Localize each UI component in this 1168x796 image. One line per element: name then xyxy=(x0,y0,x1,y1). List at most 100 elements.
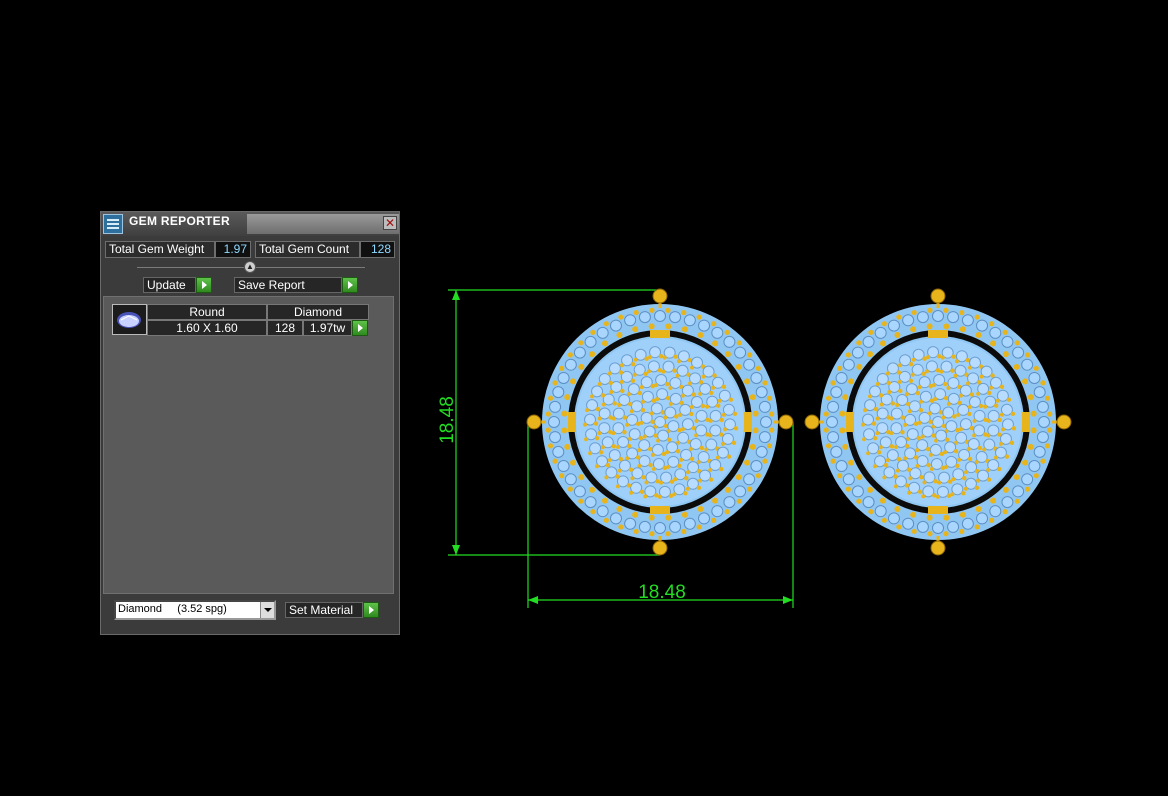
halo-prong xyxy=(724,486,731,493)
pave-prong xyxy=(608,415,613,420)
halo-prong xyxy=(735,363,742,370)
pave-prong xyxy=(956,412,961,417)
title-bar[interactable]: GEM REPORTER ✕ xyxy=(101,212,399,236)
halo-stone xyxy=(1001,335,1014,348)
update-play-icon[interactable] xyxy=(196,277,212,293)
pave-prong xyxy=(921,494,926,499)
halo-prong xyxy=(1027,443,1034,450)
pave-prong xyxy=(672,492,677,497)
pave-prong xyxy=(968,365,973,370)
pave-prong xyxy=(966,446,971,451)
pave-prong xyxy=(672,368,677,373)
bezel-bar xyxy=(928,506,948,514)
pave-prong xyxy=(662,465,668,471)
save-report-button[interactable]: Save Report xyxy=(234,277,342,293)
prong-ball xyxy=(652,288,668,304)
halo-stone xyxy=(564,358,577,371)
pave-prong xyxy=(1010,411,1016,416)
gem-row-play-icon[interactable] xyxy=(352,320,368,336)
pave-prong xyxy=(720,441,725,446)
halo-prong xyxy=(649,531,655,537)
pave-prong xyxy=(995,398,1000,403)
halo-prong xyxy=(552,458,558,464)
pave-prong xyxy=(911,357,916,362)
gem-shape-cell: Round xyxy=(147,304,267,320)
earring-right[interactable] xyxy=(804,288,1072,556)
chevron-down-icon[interactable] xyxy=(260,602,274,618)
pave-prong xyxy=(594,436,600,441)
pave-prong xyxy=(686,470,691,475)
bezel-bar xyxy=(744,412,752,432)
halo-prong xyxy=(681,528,687,535)
halo-prong xyxy=(601,497,608,504)
halo-stone xyxy=(947,520,960,533)
halo-prong xyxy=(1014,498,1020,504)
halo-prong xyxy=(752,427,759,434)
halo-prong xyxy=(926,323,933,330)
collapse-icon[interactable]: ▲ xyxy=(244,261,256,273)
halo-stone xyxy=(638,520,651,533)
save-report-play-icon[interactable] xyxy=(342,277,358,293)
halo-stone xyxy=(989,505,1002,518)
pave-prong xyxy=(1009,440,1015,446)
pave-prong xyxy=(616,444,621,449)
dim-arrow-bottom xyxy=(452,545,460,555)
pave-prong xyxy=(944,437,950,442)
pave-prong xyxy=(669,479,675,484)
halo-prong xyxy=(649,307,655,313)
halo-stone xyxy=(750,371,763,384)
halo-prong xyxy=(569,459,576,466)
pave-prong xyxy=(913,455,919,460)
halo-prong xyxy=(752,410,759,417)
material-select[interactable]: Diamond (3.52 spg) xyxy=(114,600,276,620)
halo-stone xyxy=(827,400,840,413)
halo-prong xyxy=(943,323,950,330)
close-icon[interactable]: ✕ xyxy=(383,216,397,230)
halo-stone xyxy=(584,335,597,348)
halo-stone xyxy=(1021,358,1034,371)
bezel-bar xyxy=(650,330,670,338)
pave-prong xyxy=(649,411,654,416)
pave-prong xyxy=(597,381,602,386)
halo-prong xyxy=(847,378,854,385)
pave-prong xyxy=(626,392,631,397)
pave-prong xyxy=(585,408,590,413)
halo-prong xyxy=(959,309,965,316)
set-material-play-icon[interactable] xyxy=(363,602,379,618)
halo-prong xyxy=(744,459,751,466)
halo-stone xyxy=(976,319,989,332)
earring-left[interactable] xyxy=(526,288,794,556)
prong-ball xyxy=(526,414,542,430)
halo-prong xyxy=(1002,509,1008,515)
pave-prong xyxy=(674,414,679,419)
pave-prong xyxy=(986,433,991,438)
bezel-bar xyxy=(1022,412,1030,432)
halo-prong xyxy=(911,528,917,535)
halo-prong xyxy=(856,340,862,346)
halo-prong xyxy=(559,365,565,371)
set-material-button[interactable]: Set Material xyxy=(285,602,363,618)
pave-prong xyxy=(893,484,898,489)
cad-viewport[interactable]: 18.48 18.48 xyxy=(420,270,1100,620)
pave-prong xyxy=(952,414,957,419)
halo-stone xyxy=(743,358,756,371)
halo-stone xyxy=(609,512,622,525)
gem-thumbnail[interactable] xyxy=(112,304,147,335)
pave-prong xyxy=(688,381,693,386)
pave-prong xyxy=(924,369,929,374)
pave-prong xyxy=(731,440,737,446)
halo-prong xyxy=(1047,427,1053,433)
pave-prong xyxy=(668,401,673,406)
halo-prong xyxy=(561,410,568,417)
pave-prong xyxy=(646,369,651,374)
halo-prong xyxy=(697,506,704,513)
halo-prong xyxy=(547,443,554,449)
pave-prong xyxy=(619,379,624,384)
halo-stone xyxy=(830,445,843,458)
update-button[interactable]: Update xyxy=(143,277,196,293)
bezel-bar xyxy=(650,506,670,514)
halo-stone xyxy=(698,512,711,525)
halo-prong xyxy=(762,380,768,386)
pave-prong xyxy=(926,355,931,360)
pave-prong xyxy=(889,444,895,449)
